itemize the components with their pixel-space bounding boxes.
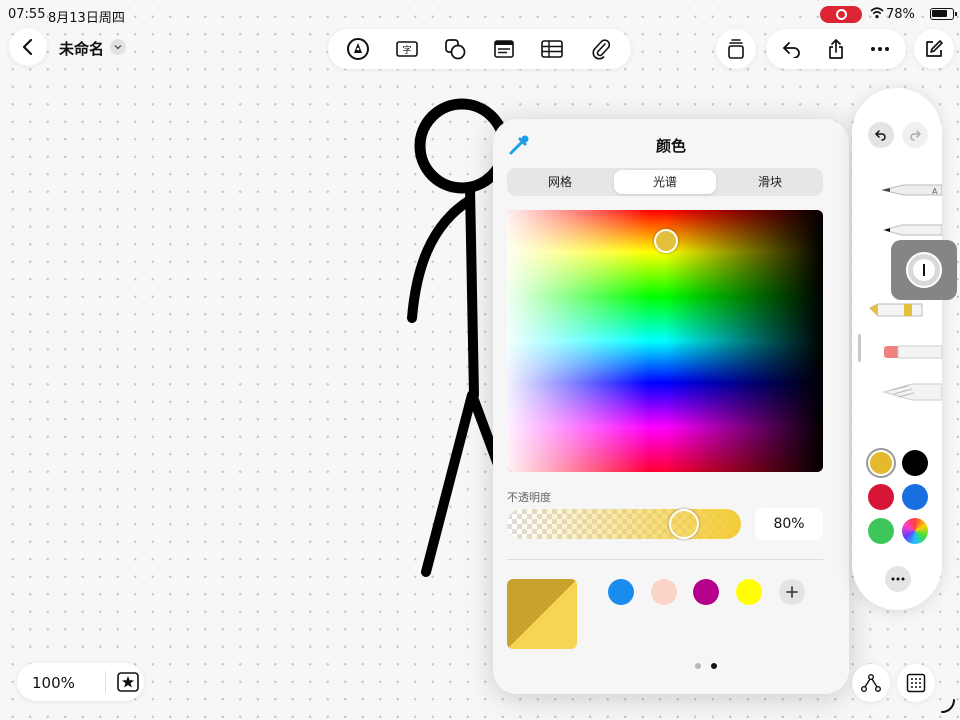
palette-color-yellow[interactable] [868, 450, 894, 476]
opacity-slider[interactable] [507, 509, 741, 539]
redo-icon [910, 130, 921, 141]
current-color-swatch [507, 579, 577, 649]
tool-palette: A [852, 88, 942, 610]
zoom-control: 100% [17, 663, 144, 701]
spectrum-picker-handle[interactable] [654, 229, 678, 253]
saved-swatch-peach[interactable] [651, 579, 677, 605]
color-picker-panel: 颜色 网格 光谱 滑块 不透明度 80% [493, 119, 849, 694]
saved-swatch-blue[interactable] [608, 579, 634, 605]
palette-color-green[interactable] [868, 518, 894, 544]
opacity-value-field[interactable]: 80% [755, 508, 823, 540]
tab-sliders[interactable]: 滑块 [719, 170, 821, 194]
lasso-tool-icon[interactable] [862, 378, 942, 406]
color-mode-tabs: 网格 光谱 滑块 [507, 168, 823, 196]
grid-button[interactable] [897, 664, 935, 702]
palette-color-multicolor[interactable] [902, 518, 928, 544]
zoom-level[interactable]: 100% [32, 674, 75, 692]
undo-icon [875, 130, 886, 141]
palette-redo-button[interactable] [902, 122, 928, 148]
zoom-divider [105, 671, 106, 693]
favorite-star-icon[interactable] [117, 672, 139, 692]
divider [507, 559, 823, 560]
panel-title: 颜色 [655, 137, 686, 155]
node-graph-icon [861, 674, 881, 692]
color-spectrum[interactable] [507, 210, 823, 472]
palette-undo-button[interactable] [868, 122, 894, 148]
pen-width-icon [906, 252, 942, 288]
opacity-gradient [507, 509, 741, 539]
highlighter-icon[interactable] [862, 296, 942, 324]
tab-grid[interactable]: 网格 [509, 170, 611, 194]
page-indicator-dot-1[interactable] [695, 663, 701, 669]
resize-corner-icon [941, 699, 955, 713]
page-indicator-dot-2[interactable] [711, 663, 717, 669]
grid-icon [906, 673, 926, 693]
stick-figure-arm [407, 195, 475, 323]
palette-color-red[interactable] [868, 484, 894, 510]
tab-spectrum[interactable]: 光谱 [614, 170, 716, 194]
eraser-icon[interactable] [862, 338, 942, 366]
palette-grip[interactable] [858, 334, 861, 362]
saved-swatch-yellow[interactable] [736, 579, 762, 605]
stick-figure-leg-left [421, 390, 477, 577]
saved-swatch-magenta[interactable] [693, 579, 719, 605]
palette-color-blue[interactable] [902, 484, 928, 510]
stick-figure-body [465, 183, 479, 400]
more-icon [891, 577, 905, 581]
connector-button[interactable] [852, 664, 890, 702]
opacity-label: 不透明度 [507, 491, 551, 504]
stick-figure-head [414, 98, 510, 194]
palette-more-button[interactable] [885, 566, 911, 592]
opacity-slider-handle[interactable] [669, 509, 699, 539]
plus-icon [786, 586, 798, 598]
selected-tool-tile[interactable] [891, 240, 957, 300]
svg-text:A: A [932, 187, 938, 196]
add-swatch-button[interactable] [779, 579, 805, 605]
monoline-pen-icon[interactable]: A [862, 176, 942, 204]
palette-color-black[interactable] [902, 450, 928, 476]
